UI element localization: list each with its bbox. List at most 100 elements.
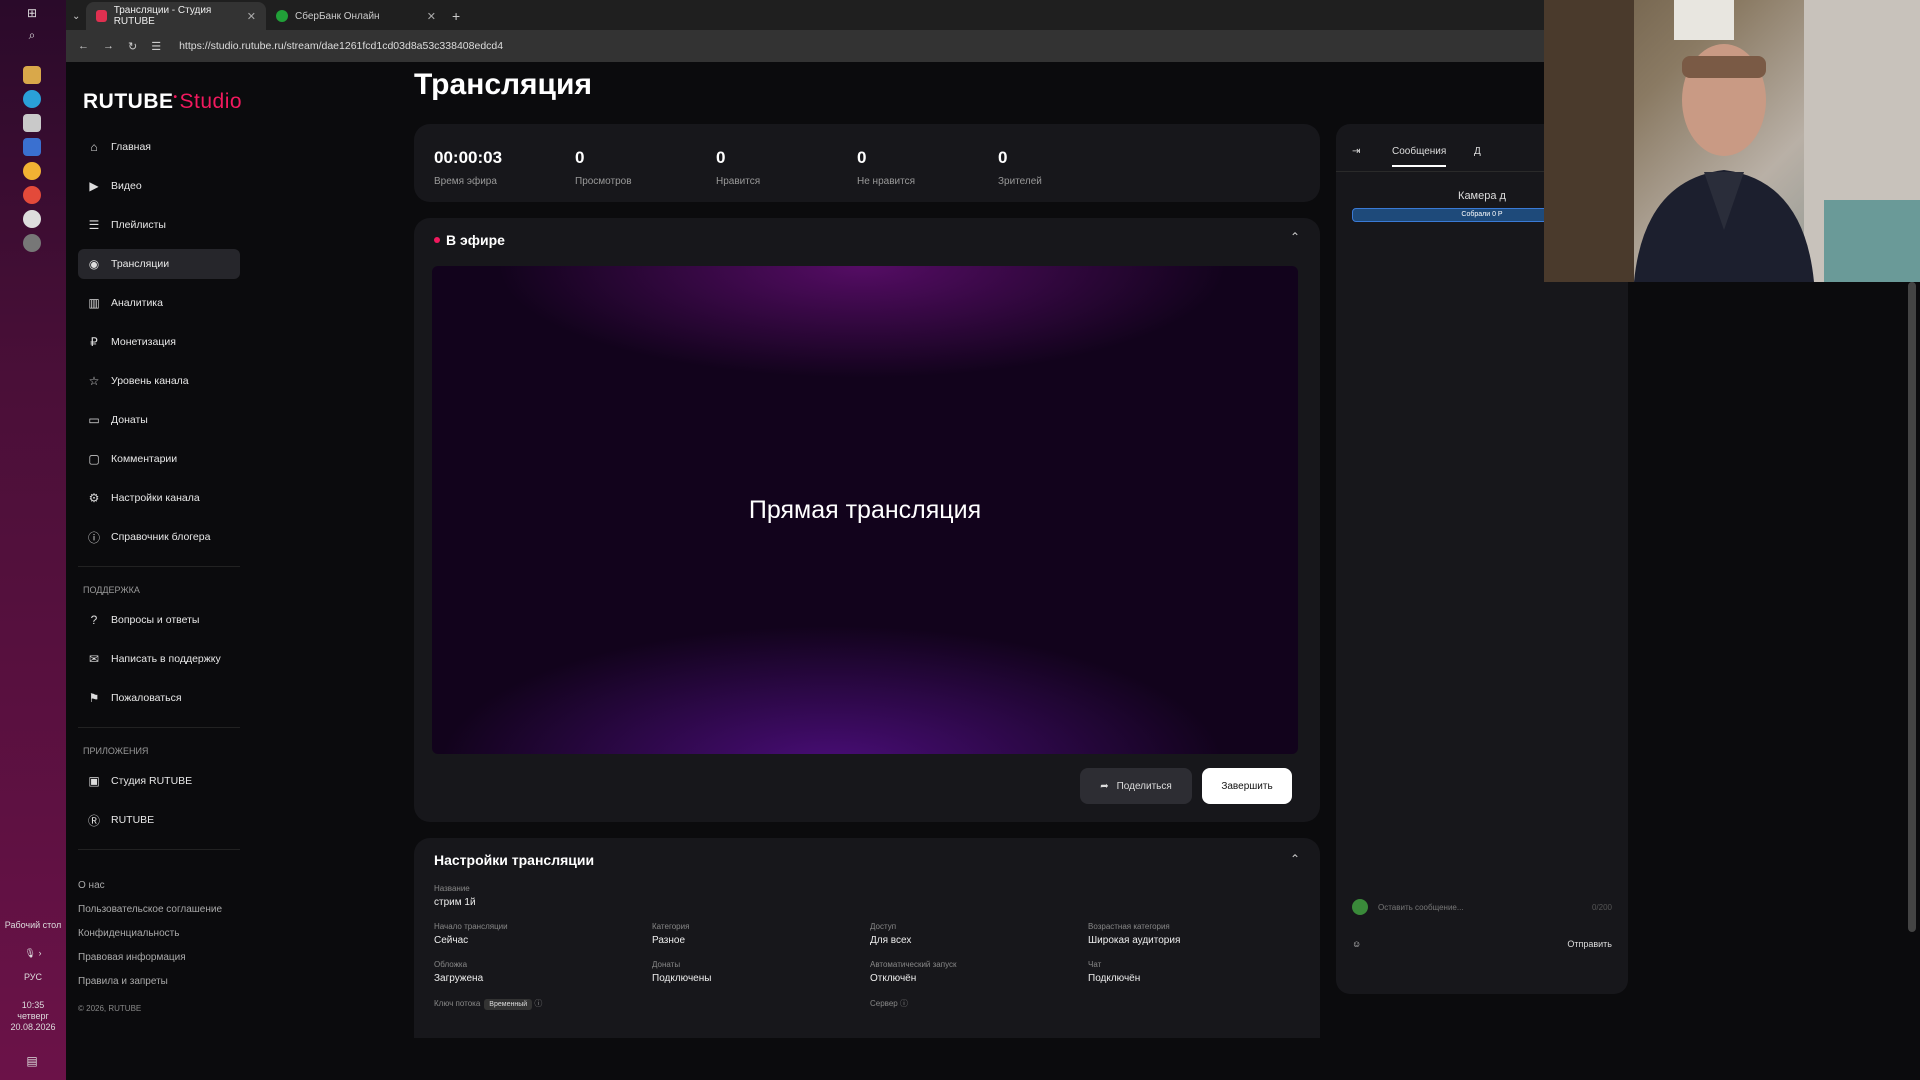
sidebar-item-video[interactable]: ▶ Видео bbox=[78, 171, 240, 201]
sidebar-item-monetization[interactable]: ₽ Монетизация bbox=[78, 327, 240, 357]
mail-icon: ✉ bbox=[88, 652, 100, 666]
settings-title: Настройки трансляции bbox=[434, 852, 595, 868]
footer-link-privacy[interactable]: Конфиденциальность bbox=[78, 928, 222, 952]
search-icon[interactable]: ⌕ bbox=[23, 26, 41, 44]
end-stream-button[interactable]: Завершить bbox=[1202, 768, 1292, 804]
field-label: Чат bbox=[1088, 960, 1102, 969]
browser-tab-sber[interactable]: СберБанк Онлайн ✕ bbox=[266, 2, 446, 30]
sidebar-item-rutube-app[interactable]: Ⓡ RUTUBE bbox=[78, 805, 240, 835]
sidebar-item-analytics[interactable]: ▥ Аналитика bbox=[78, 288, 240, 318]
send-button[interactable]: Отправить bbox=[1567, 939, 1612, 949]
field-label: Возрастная категория bbox=[1088, 922, 1170, 931]
nav-divider bbox=[78, 727, 240, 728]
monetization-icon: ₽ bbox=[90, 335, 98, 349]
stat-value: 0 bbox=[716, 148, 726, 167]
chevron-up-icon[interactable]: ⌃ bbox=[1290, 230, 1300, 244]
rutube-studio-logo[interactable]: RUTUBE•Studio bbox=[83, 90, 242, 114]
broadcast-icon: ◉ bbox=[88, 257, 100, 271]
browser-tab-rutube[interactable]: Трансляции - Студия RUTUBE ✕ bbox=[86, 2, 266, 30]
field-label: Ключ потока bbox=[434, 999, 481, 1008]
file-explorer-icon[interactable] bbox=[23, 66, 41, 84]
forward-icon[interactable]: → bbox=[103, 40, 114, 52]
sidebar-item-label: Студия RUTUBE bbox=[111, 775, 193, 787]
new-tab-icon[interactable]: + bbox=[446, 2, 472, 30]
help-icon[interactable]: ⓘ bbox=[534, 999, 542, 1008]
sidebar-item-channel-settings[interactable]: ⚙ Настройки канала bbox=[78, 483, 240, 513]
live-dot-icon bbox=[434, 237, 440, 243]
tab-strip: ⌄ Трансляции - Студия RUTUBE ✕ СберБанк … bbox=[66, 0, 1544, 30]
live-status: В эфире bbox=[434, 232, 505, 248]
page-scrollbar[interactable] bbox=[1908, 282, 1916, 932]
nav-divider bbox=[78, 566, 240, 567]
sidebar-item-contact-support[interactable]: ✉ Написать в поддержку bbox=[78, 644, 240, 674]
footer-link-rules[interactable]: Правила и запреты bbox=[78, 976, 222, 1000]
close-tab-icon[interactable]: ✕ bbox=[247, 10, 256, 23]
field-value: Сейчас bbox=[434, 935, 469, 946]
chrome-icon[interactable] bbox=[23, 162, 41, 180]
footer-link-terms[interactable]: Пользовательское соглашение bbox=[78, 904, 222, 928]
tab-title: СберБанк Онлайн bbox=[295, 10, 380, 22]
tab-messages[interactable]: Сообщения bbox=[1392, 146, 1447, 167]
sidebar-item-broadcasts[interactable]: ◉ Трансляции bbox=[78, 249, 240, 279]
sidebar-item-channel-level[interactable]: ☆ Уровень канала bbox=[78, 366, 240, 396]
sidebar-item-faq[interactable]: ? Вопросы и ответы bbox=[78, 605, 240, 635]
url-field[interactable]: https://studio.rutube.ru/stream/dae1261f… bbox=[179, 40, 503, 52]
chevron-up-icon[interactable]: ⌃ bbox=[1290, 852, 1300, 866]
stream-player[interactable]: Прямая трансляция bbox=[432, 266, 1298, 754]
sidebar-item-playlists[interactable]: ☰ Плейлисты bbox=[78, 210, 240, 240]
field-label: Донаты bbox=[652, 960, 681, 969]
sidebar-item-label: Пожаловаться bbox=[111, 692, 182, 704]
field-name: Название стрим 1й bbox=[434, 884, 476, 908]
settings-app-icon[interactable] bbox=[23, 234, 41, 252]
share-button-label: Поделиться bbox=[1116, 780, 1172, 792]
home-icon: ⌂ bbox=[90, 140, 98, 154]
reload-icon[interactable]: ↻ bbox=[128, 40, 137, 53]
sidebar-item-blogger-guide[interactable]: ⓘ Справочник блогера bbox=[78, 522, 240, 552]
message-input[interactable]: Оставить сообщение... bbox=[1378, 903, 1464, 912]
edge-icon[interactable] bbox=[23, 90, 41, 108]
tab-other[interactable]: Д bbox=[1474, 146, 1481, 157]
app-icon[interactable] bbox=[23, 138, 41, 156]
language-indicator[interactable]: РУС bbox=[0, 972, 66, 983]
notifications-icon[interactable]: ▤ bbox=[23, 1052, 41, 1070]
sidebar-item-donations[interactable]: ▭ Донаты bbox=[78, 405, 240, 435]
field-access: Доступ Для всех bbox=[870, 922, 911, 946]
field-label: Название bbox=[434, 884, 470, 893]
field-label: Сервер bbox=[870, 999, 898, 1008]
mic-icon[interactable]: 🎙 › bbox=[0, 948, 66, 959]
sidebar-item-home[interactable]: ⌂ Главная bbox=[78, 132, 240, 162]
back-icon[interactable]: ← bbox=[78, 40, 89, 52]
comment-icon: ▢ bbox=[88, 452, 100, 466]
close-tab-icon[interactable]: ✕ bbox=[427, 10, 436, 23]
field-value: Широкая аудитория bbox=[1088, 935, 1181, 946]
stat-value: 0 bbox=[857, 148, 867, 167]
sidebar-item-studio-app[interactable]: ▣ Студия RUTUBE bbox=[78, 766, 240, 796]
sidebar-item-comments[interactable]: ▢ Комментарии bbox=[78, 444, 240, 474]
desktop-label[interactable]: Рабочий стол bbox=[0, 920, 66, 931]
app-icon[interactable] bbox=[23, 210, 41, 228]
field-value: Отключён bbox=[870, 973, 917, 984]
field-donations: Донаты Подключены bbox=[652, 960, 711, 984]
gear-icon: ⚙ bbox=[88, 491, 100, 505]
footer-link-about[interactable]: О нас bbox=[78, 880, 222, 904]
tab-search-chevron-icon[interactable]: ⌄ bbox=[66, 2, 86, 30]
emoji-icon[interactable]: ☺ bbox=[1352, 939, 1361, 949]
field-server: Сервер ⓘ bbox=[870, 998, 908, 1009]
site-info-icon[interactable]: ☰ bbox=[151, 40, 161, 53]
app-icon[interactable] bbox=[23, 186, 41, 204]
player-text: Прямая трансляция bbox=[748, 495, 982, 524]
end-button-label: Завершить bbox=[1221, 780, 1273, 792]
windows-start-icon[interactable]: ⊞ bbox=[23, 4, 41, 22]
sidebar-item-report[interactable]: ⚑ Пожаловаться bbox=[78, 683, 240, 713]
sidebar-item-label: Плейлисты bbox=[111, 219, 166, 231]
help-icon[interactable]: ⓘ bbox=[900, 999, 908, 1008]
message-input-row: Оставить сообщение... 0/200 bbox=[1352, 894, 1612, 920]
clock-date: 20.08.2026 bbox=[10, 1022, 56, 1032]
logo-suffix: Studio bbox=[179, 90, 243, 113]
store-icon[interactable] bbox=[23, 114, 41, 132]
footer-link-legal[interactable]: Правовая информация bbox=[78, 952, 222, 976]
clock-time: 10:35 bbox=[21, 1000, 45, 1010]
share-button[interactable]: ➦ Поделиться bbox=[1080, 768, 1192, 804]
sidebar-item-label: Монетизация bbox=[111, 336, 176, 348]
collapse-panel-icon[interactable]: ⇥ bbox=[1352, 146, 1360, 157]
